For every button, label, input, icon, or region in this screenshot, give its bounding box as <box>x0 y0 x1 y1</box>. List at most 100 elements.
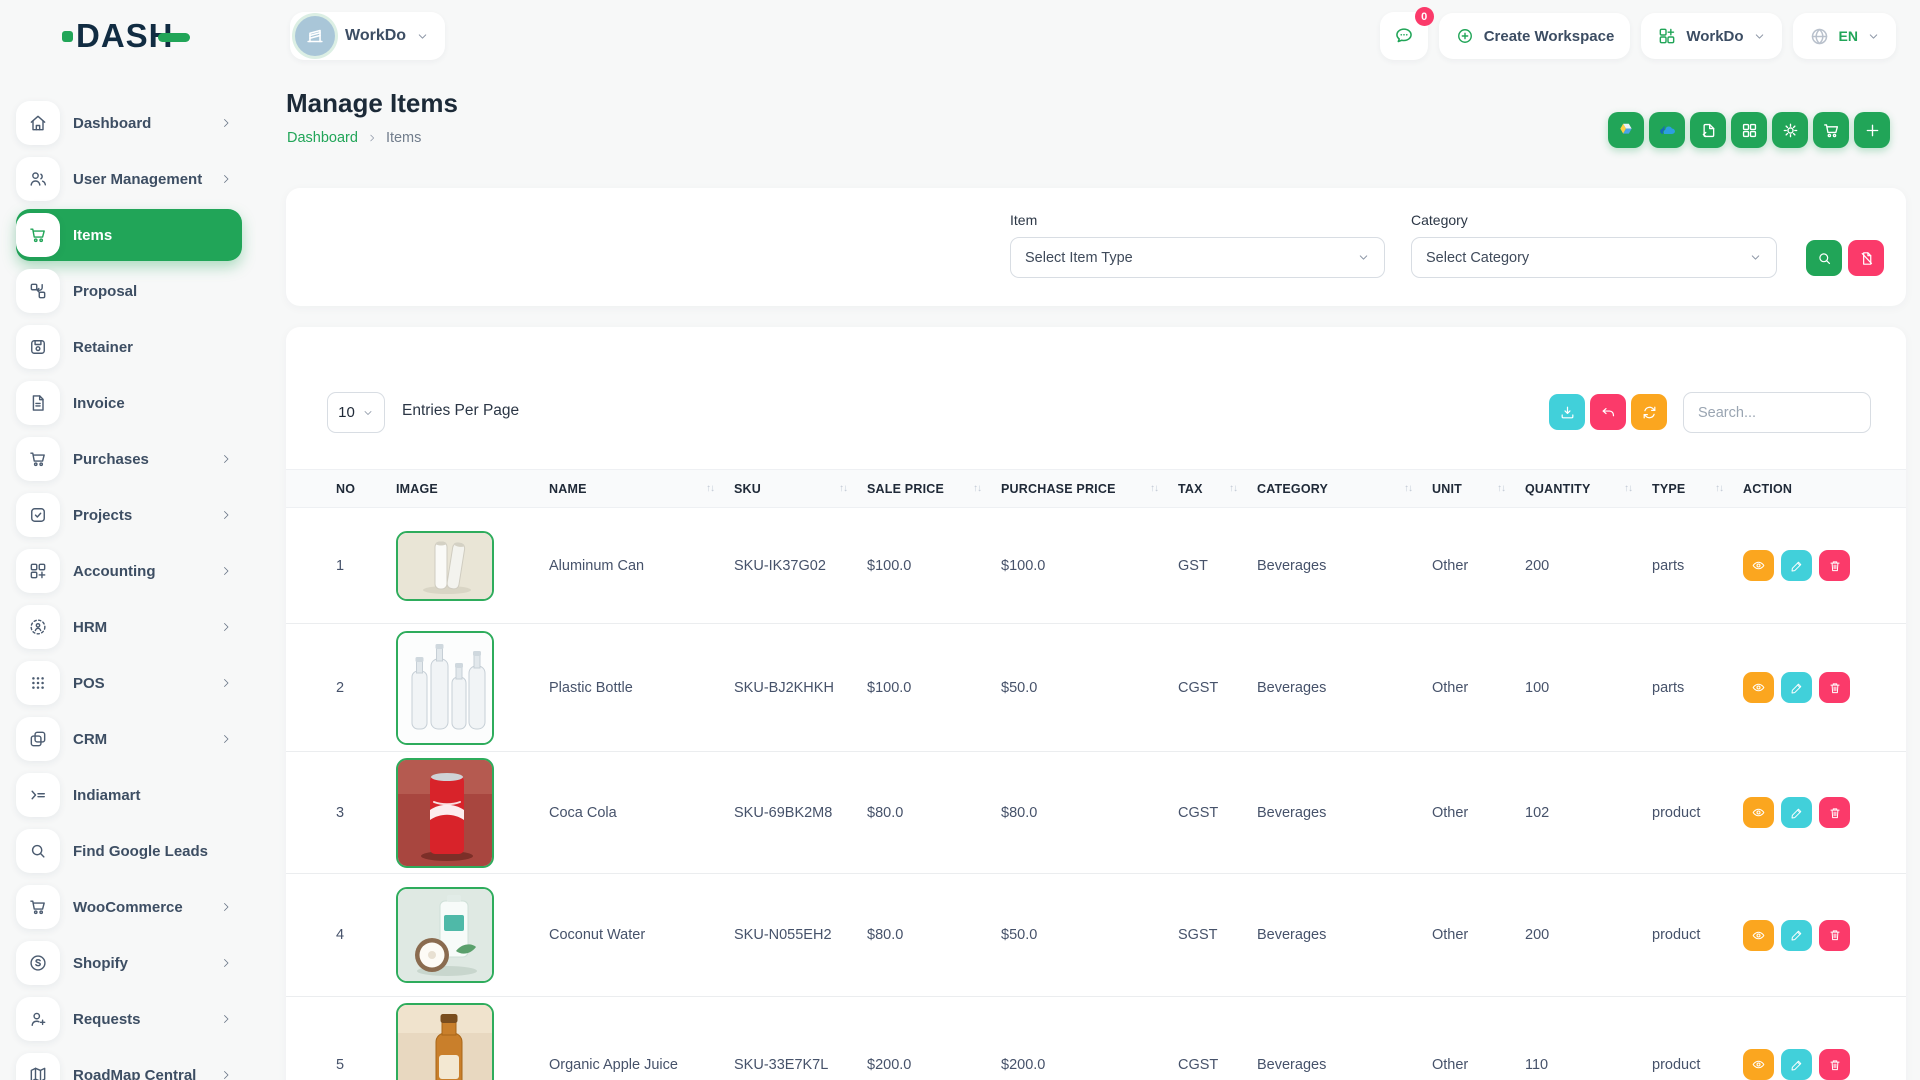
sidebar-item-invoice[interactable]: Invoice <box>16 377 242 429</box>
cell-tax: CGST <box>1178 997 1257 1080</box>
edit-button[interactable] <box>1781 920 1812 951</box>
breadcrumb: Dashboard Items <box>287 130 421 146</box>
grid-plus-icon <box>1657 26 1677 46</box>
create-workspace-button[interactable]: Create Workspace <box>1439 13 1631 59</box>
refresh-button[interactable] <box>1631 394 1667 430</box>
cell-sale-price: $200.0 <box>867 997 1001 1080</box>
grid-view-button[interactable] <box>1731 112 1767 148</box>
crm-icon <box>16 717 60 761</box>
edit-button[interactable] <box>1781 1049 1812 1080</box>
sidebar-item-projects[interactable]: Projects <box>16 489 242 541</box>
sidebar-item-accounting[interactable]: Accounting <box>16 545 242 597</box>
apply-filter-button[interactable] <box>1806 240 1842 276</box>
cell-unit: Other <box>1432 752 1525 874</box>
sidebar-item-retainer[interactable]: Retainer <box>16 321 242 373</box>
column-category[interactable]: CATEGORY <box>1257 470 1432 508</box>
column-sale-price[interactable]: SALE PRICE <box>867 470 1001 508</box>
dash-logo[interactable]: DASH <box>0 0 256 72</box>
column-sku[interactable]: SKU <box>734 470 867 508</box>
edit-button[interactable] <box>1781 550 1812 581</box>
workspace-selector[interactable]: WorkDo <box>290 12 445 60</box>
onedrive-button[interactable] <box>1649 112 1685 148</box>
column-purchase-price[interactable]: PURCHASE PRICE <box>1001 470 1178 508</box>
sidebar-item-label: RoadMap Central <box>73 1067 196 1080</box>
sidebar: DASH Dashboard User Management Items Pro… <box>0 0 256 1080</box>
search-input[interactable] <box>1683 392 1871 433</box>
cell-unit: Other <box>1432 508 1525 624</box>
sort-icon <box>1497 483 1505 494</box>
delete-button[interactable] <box>1819 1049 1850 1080</box>
cell-no: 1 <box>286 508 396 624</box>
cell-category: Beverages <box>1257 752 1432 874</box>
column-name[interactable]: NAME <box>549 470 734 508</box>
sidebar-item-requests[interactable]: Requests <box>16 993 242 1045</box>
sort-icon <box>1229 483 1237 494</box>
column-quantity[interactable]: QUANTITY <box>1525 470 1652 508</box>
view-button[interactable] <box>1743 672 1774 703</box>
sidebar-item-proposal[interactable]: Proposal <box>16 265 242 317</box>
category-selected-value: Select Category <box>1426 250 1529 266</box>
sidebar-item-indiamart[interactable]: Indiamart <box>16 769 242 821</box>
view-button[interactable] <box>1743 550 1774 581</box>
sidebar-item-items[interactable]: Items <box>16 209 242 261</box>
sidebar-item-woocommerce[interactable]: WooCommerce <box>16 881 242 933</box>
edit-button[interactable] <box>1781 672 1812 703</box>
cell-image <box>396 508 549 624</box>
column-tax[interactable]: TAX <box>1178 470 1257 508</box>
item-type-select[interactable]: Select Item Type <box>1010 237 1385 278</box>
category-select[interactable]: Select Category <box>1411 237 1777 278</box>
column-type[interactable]: TYPE <box>1652 470 1743 508</box>
sidebar-item-label: Accounting <box>73 563 156 580</box>
table-row: 3 Coca Cola SKU-69BK2M8 $80.0 $80.0 CGST… <box>286 752 1906 874</box>
google-drive-button[interactable] <box>1608 112 1644 148</box>
sidebar-item-roadmap-central[interactable]: RoadMap Central <box>16 1049 242 1080</box>
undo-button[interactable] <box>1590 394 1626 430</box>
sidebar-item-label: User Management <box>73 171 202 188</box>
cell-purchase-price: $80.0 <box>1001 752 1178 874</box>
sidebar-item-user-management[interactable]: User Management <box>16 153 242 205</box>
cell-action <box>1743 997 1906 1080</box>
apps-menu-button[interactable]: WorkDo <box>1641 13 1781 59</box>
column-no: NO <box>286 470 396 508</box>
apps-menu-label: WorkDo <box>1686 28 1743 45</box>
delete-button[interactable] <box>1819 797 1850 828</box>
sidebar-item-purchases[interactable]: Purchases <box>16 433 242 485</box>
export-file-button[interactable] <box>1690 112 1726 148</box>
cell-image <box>396 997 549 1080</box>
item-filter-label: Item <box>1010 212 1385 228</box>
view-button[interactable] <box>1743 920 1774 951</box>
pencil-icon <box>1790 681 1804 695</box>
sidebar-item-shopify[interactable]: Shopify <box>16 937 242 989</box>
delete-button[interactable] <box>1819 550 1850 581</box>
cell-no: 5 <box>286 997 396 1080</box>
view-button[interactable] <box>1743 1049 1774 1080</box>
proposal-icon <box>16 269 60 313</box>
items-table-card: 10 Entries Per Page NO IMAGE NAME SKU SA… <box>286 327 1906 1080</box>
sidebar-item-hrm[interactable]: HRM <box>16 601 242 653</box>
language-selector[interactable]: EN <box>1793 13 1896 59</box>
add-item-button[interactable] <box>1854 112 1890 148</box>
settings-button[interactable] <box>1772 112 1808 148</box>
sidebar-item-find-google-leads[interactable]: Find Google Leads <box>16 825 242 877</box>
sidebar-item-pos[interactable]: POS <box>16 657 242 709</box>
messages-button[interactable]: 0 <box>1380 12 1428 60</box>
cart-button[interactable] <box>1813 112 1849 148</box>
entries-per-page-select[interactable]: 10 <box>327 392 385 433</box>
sidebar-item-crm[interactable]: CRM <box>16 713 242 765</box>
export-download-button[interactable] <box>1549 394 1585 430</box>
sort-icon <box>706 483 714 494</box>
breadcrumb-dashboard-link[interactable]: Dashboard <box>287 130 358 146</box>
cell-action <box>1743 624 1906 752</box>
sidebar-item-dashboard[interactable]: Dashboard <box>16 97 242 149</box>
delete-button[interactable] <box>1819 672 1850 703</box>
chevron-right-icon <box>220 509 232 521</box>
column-unit[interactable]: UNIT <box>1432 470 1525 508</box>
delete-button[interactable] <box>1819 920 1850 951</box>
cell-no: 4 <box>286 874 396 997</box>
clear-filter-button[interactable] <box>1848 240 1884 276</box>
pencil-icon <box>1790 1058 1804 1072</box>
view-button[interactable] <box>1743 797 1774 828</box>
item-image-organic-apple-juice <box>396 1003 494 1080</box>
cell-sale-price: $100.0 <box>867 624 1001 752</box>
edit-button[interactable] <box>1781 797 1812 828</box>
